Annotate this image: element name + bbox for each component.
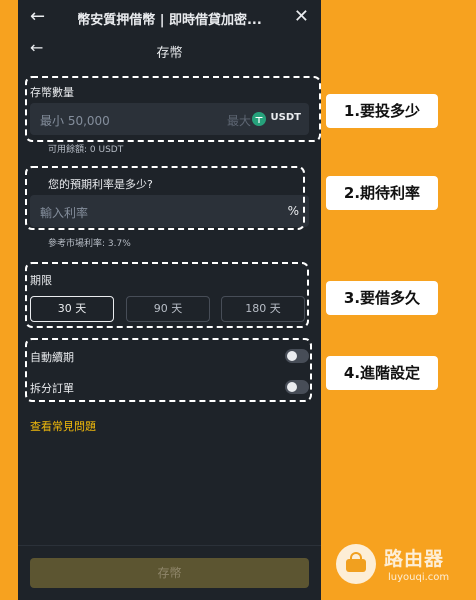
window-title: 幣安質押借幣 | 即時借貸加密... — [77, 13, 262, 28]
window-title-bar: ← 幣安質押借幣 | 即時借貸加密... ✕ — [18, 0, 321, 34]
back-arrow-icon[interactable]: ← — [30, 6, 45, 27]
callout-term: 3.要借多久 — [326, 281, 438, 315]
footer-divider — [18, 545, 321, 546]
watermark: 路由器 luyouqi.com — [336, 540, 466, 590]
market-rate-reference: 參考市場利率: 3.7% — [48, 239, 131, 249]
nav-bar: ← 存幣 — [18, 34, 321, 66]
annotation-frame-amount — [25, 76, 321, 142]
close-icon[interactable]: ✕ — [294, 6, 309, 27]
available-balance: 可用餘額: 0 USDT — [48, 145, 124, 155]
faq-link[interactable]: 查看常見問題 — [30, 418, 96, 434]
watermark-url: luyouqi.com — [388, 572, 450, 583]
callout-settings: 4.進階設定 — [326, 356, 438, 390]
annotation-frame-settings — [25, 338, 312, 402]
callout-amount: 1.要投多少 — [326, 94, 438, 128]
deposit-submit-button[interactable]: 存幣 — [30, 558, 309, 588]
router-logo-icon — [336, 544, 376, 584]
annotation-frame-term — [25, 262, 309, 328]
watermark-name: 路由器 — [384, 548, 445, 570]
callout-interest: 2.期待利率 — [326, 176, 438, 210]
page-title: 存幣 — [156, 46, 183, 61]
annotation-frame-interest — [25, 166, 305, 230]
